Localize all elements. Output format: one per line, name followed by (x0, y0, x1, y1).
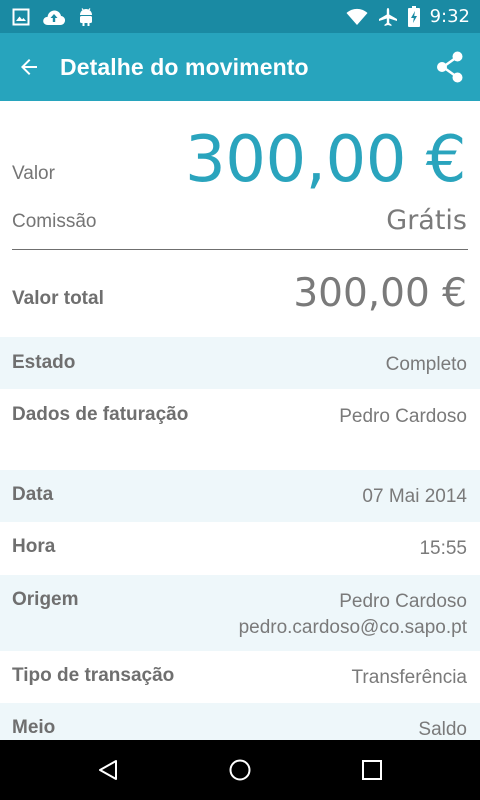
nav-back-button[interactable] (78, 740, 138, 800)
status-time: 9:32 (429, 6, 470, 27)
origem-name: Pedro Cardoso (339, 591, 467, 612)
recents-square-icon (362, 760, 382, 780)
detail-value: 15:55 (419, 538, 467, 559)
detail-row-data: Data 07 Mai 2014 (0, 470, 480, 522)
detail-label: Origem (12, 589, 79, 610)
total-amount: 300,00 € (293, 271, 467, 316)
wifi-icon (346, 8, 368, 26)
detail-label: Estado (12, 352, 76, 373)
app-bar: Detalhe do movimento (0, 33, 480, 101)
transaction-detail: Valor 300,00 € Comissão Grátis Valor tot… (0, 101, 480, 740)
page-title: Detalhe do movimento (60, 53, 309, 80)
amount-summary: Valor 300,00 € Comissão Grátis Valor tot… (0, 101, 480, 337)
system-nav-bar (0, 740, 480, 800)
home-circle-icon (229, 759, 251, 781)
detail-label: Dados de faturação (12, 404, 189, 425)
nav-home-button[interactable] (210, 740, 270, 800)
origem-email: pedro.cardoso@co.sapo.pt (238, 617, 467, 638)
detail-row-faturacao: Dados de faturação Pedro Cardoso (0, 389, 480, 470)
detail-value: Transferência (351, 667, 467, 688)
comissao-value: Grátis (386, 205, 467, 236)
detail-row-meio: Meio Saldo (0, 703, 480, 740)
status-bar: 9:32 (0, 0, 480, 33)
share-button[interactable] (420, 33, 480, 101)
image-icon (12, 8, 30, 26)
detail-value: Saldo (418, 719, 467, 740)
comissao-label: Comissão (12, 211, 97, 232)
back-button[interactable] (0, 33, 56, 101)
back-triangle-icon (99, 760, 117, 780)
detail-value: 07 Mai 2014 (362, 486, 467, 507)
valor-amount: 300,00 € (185, 123, 467, 197)
total-label: Valor total (12, 288, 104, 309)
detail-value: Completo (385, 354, 467, 375)
detail-label: Hora (12, 536, 56, 557)
arrow-back-icon (21, 59, 37, 75)
detail-row-tipo: Tipo de transação Transferência (0, 651, 480, 703)
valor-label: Valor (12, 163, 55, 184)
detail-row-hora: Hora 15:55 (0, 522, 480, 575)
share-icon (437, 51, 463, 83)
detail-row-origem: Origem Pedro Cardoso pedro.cardoso@co.sa… (0, 575, 480, 651)
airplane-icon (378, 7, 398, 27)
detail-value: Pedro Cardoso (339, 406, 467, 427)
battery-charging-icon (407, 6, 420, 27)
detail-label: Tipo de transação (12, 665, 175, 686)
detail-value: Pedro Cardoso pedro.cardoso@co.sapo.pt (239, 589, 467, 641)
nav-recents-button[interactable] (342, 740, 402, 800)
detail-row-estado: Estado Completo (0, 337, 480, 389)
detail-label: Data (12, 484, 54, 505)
detail-label: Meio (12, 717, 56, 738)
android-icon (78, 7, 94, 27)
cloud-upload-icon (42, 8, 66, 26)
summary-divider (12, 249, 468, 250)
